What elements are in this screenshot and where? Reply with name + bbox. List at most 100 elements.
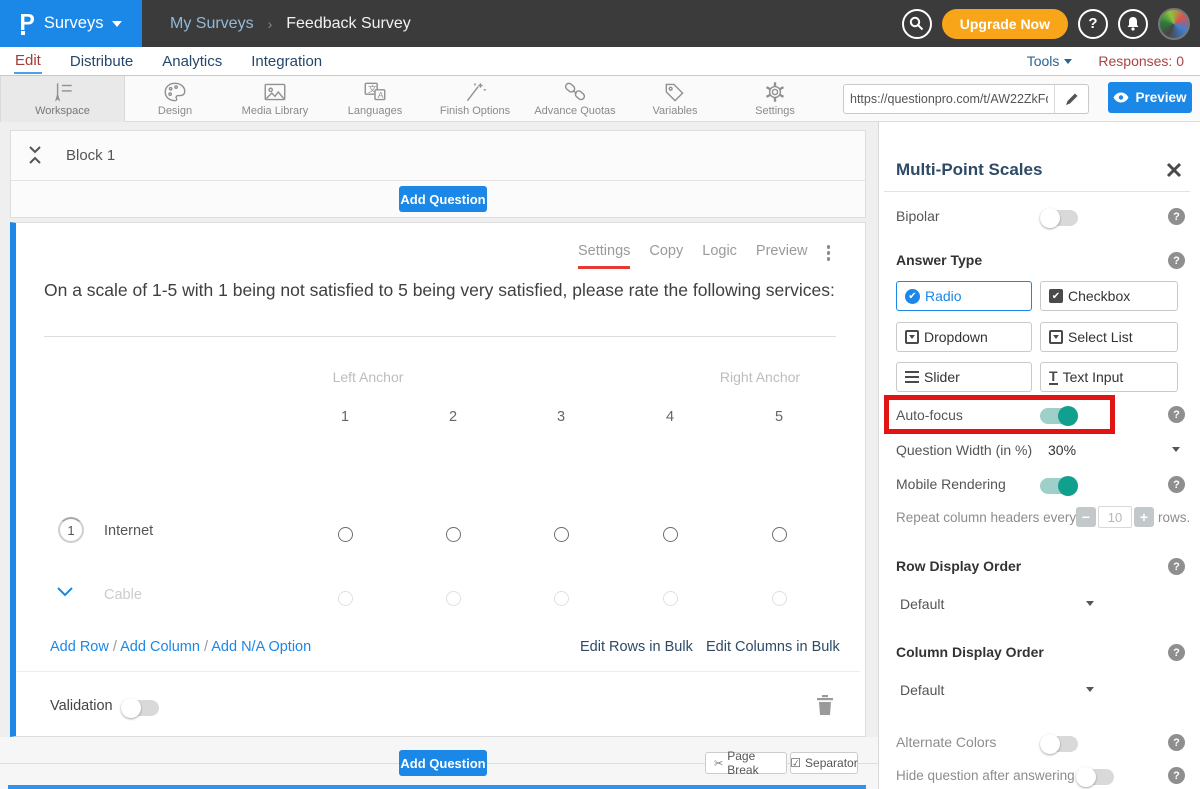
radio-cell[interactable] [554, 591, 569, 606]
block-title[interactable]: Block 1 [66, 147, 115, 164]
user-avatar[interactable] [1158, 8, 1190, 40]
notifications-button[interactable] [1118, 9, 1148, 39]
slider-icon [905, 371, 919, 384]
column-header[interactable]: 5 [742, 409, 816, 425]
answer-type-radio[interactable]: ✔ Radio [896, 281, 1032, 311]
search-icon [909, 16, 924, 31]
preview-button[interactable]: Preview [1108, 82, 1192, 113]
toolbar-design[interactable]: Design [125, 76, 225, 122]
question-width-label: Question Width (in %) [896, 442, 1032, 458]
repeat-count-input[interactable] [1098, 506, 1132, 528]
radio-cell[interactable] [772, 527, 787, 542]
surveys-menu[interactable]: P Surveys [0, 0, 142, 47]
tab-analytics[interactable]: Analytics [161, 50, 223, 73]
right-anchor-placeholder[interactable]: Right Anchor [700, 369, 820, 385]
hide-question-toggle[interactable] [1076, 769, 1114, 785]
radio-cell[interactable] [446, 591, 461, 606]
tab-edit[interactable]: Edit [14, 49, 42, 74]
row-expand-chevron-icon[interactable] [56, 586, 74, 597]
column-display-order-help-icon[interactable]: ? [1168, 644, 1185, 661]
question-more-menu[interactable] [827, 245, 831, 267]
question-tab-logic[interactable]: Logic [702, 243, 737, 269]
breadcrumb-my-surveys[interactable]: My Surveys [170, 15, 254, 33]
add-question-button-bottom[interactable]: Add Question [399, 750, 487, 776]
mobile-rendering-help-icon[interactable]: ? [1168, 476, 1185, 493]
row-label-internet[interactable]: Internet [104, 523, 153, 539]
upgrade-now-button[interactable]: Upgrade Now [942, 9, 1068, 39]
edit-rows-bulk-link[interactable]: Edit Rows in Bulk [580, 639, 693, 655]
left-anchor-placeholder[interactable]: Left Anchor [308, 369, 428, 385]
edit-columns-bulk-link[interactable]: Edit Columns in Bulk [706, 639, 840, 655]
radio-cell[interactable] [663, 527, 678, 542]
answer-type-select-list[interactable]: Select List [1040, 322, 1178, 352]
radio-cell[interactable] [772, 591, 787, 606]
question-width-caret-icon[interactable] [1172, 447, 1180, 452]
bipolar-help-icon[interactable]: ? [1168, 208, 1185, 225]
add-na-option-link[interactable]: Add N/A Option [211, 639, 311, 655]
radio-cell[interactable] [663, 591, 678, 606]
panel-title: Multi-Point Scales [896, 160, 1042, 180]
alternate-colors-toggle[interactable] [1040, 736, 1078, 752]
link-separator: / [113, 639, 117, 655]
bipolar-toggle[interactable] [1040, 210, 1078, 226]
autofocus-help-icon[interactable]: ? [1168, 406, 1185, 423]
divider [10, 180, 866, 181]
tools-dropdown[interactable]: Tools [1027, 53, 1073, 69]
toolbar-languages[interactable]: 文A Languages [325, 76, 425, 122]
row-display-order-help-icon[interactable]: ? [1168, 558, 1185, 575]
radio-cell[interactable] [554, 527, 569, 542]
answer-type-help-icon[interactable]: ? [1168, 252, 1185, 269]
survey-url-input[interactable] [844, 92, 1054, 106]
validation-toggle[interactable] [121, 700, 159, 716]
toolbar-finish-options[interactable]: Finish Options [425, 76, 525, 122]
radio-cell[interactable] [338, 591, 353, 606]
row-label-cable[interactable]: Cable [104, 587, 142, 603]
tab-distribute[interactable]: Distribute [69, 50, 134, 73]
question-text[interactable]: On a scale of 1-5 with 1 being not satis… [44, 277, 836, 303]
column-header[interactable]: 4 [633, 409, 707, 425]
question-width-value[interactable]: 30% [1048, 442, 1076, 458]
column-display-order-select[interactable]: Default [900, 682, 944, 698]
toolbar-media-library[interactable]: Media Library [225, 76, 325, 122]
column-header[interactable]: 1 [308, 409, 382, 425]
radio-cell[interactable] [446, 527, 461, 542]
row-display-order-select[interactable]: Default [900, 596, 944, 612]
add-row-link[interactable]: Add Row [50, 639, 109, 655]
row-display-caret-icon[interactable] [1086, 601, 1094, 606]
column-header[interactable]: 2 [416, 409, 490, 425]
tab-integration[interactable]: Integration [250, 50, 323, 73]
add-question-button-top[interactable]: Add Question [399, 186, 487, 212]
answer-type-text-input[interactable]: T Text Input [1040, 362, 1178, 392]
toolbar-design-label: Design [158, 105, 192, 117]
toolbar-variables[interactable]: Variables [625, 76, 725, 122]
search-button[interactable] [902, 9, 932, 39]
alternate-colors-help-icon[interactable]: ? [1168, 734, 1185, 751]
question-tab-settings[interactable]: Settings [578, 243, 630, 269]
separator-button[interactable]: ☑ Separator [790, 752, 858, 774]
add-column-link[interactable]: Add Column [120, 639, 200, 655]
question-tab-copy[interactable]: Copy [649, 243, 683, 269]
help-icon: ? [1088, 15, 1097, 32]
toolbar-advance-quotas[interactable]: Advance Quotas [525, 76, 625, 122]
delete-question-icon[interactable] [816, 694, 834, 716]
toolbar-workspace[interactable]: Workspace [0, 76, 125, 122]
collapse-block-icon[interactable] [28, 146, 42, 164]
radio-cell[interactable] [338, 527, 353, 542]
repeat-increment-button[interactable]: + [1134, 507, 1154, 527]
column-header[interactable]: 3 [524, 409, 598, 425]
answer-type-dropdown[interactable]: Dropdown [896, 322, 1032, 352]
page-break-button[interactable]: ✂ Page Break [705, 752, 787, 774]
answer-type-slider[interactable]: Slider [896, 362, 1032, 392]
answer-type-checkbox[interactable]: ✔ Checkbox [1040, 281, 1178, 311]
question-tab-preview[interactable]: Preview [756, 243, 808, 269]
mobile-rendering-toggle[interactable] [1040, 478, 1078, 494]
hide-question-help-icon[interactable]: ? [1168, 767, 1185, 784]
edit-url-button[interactable] [1054, 85, 1088, 113]
autofocus-toggle[interactable] [1040, 408, 1078, 424]
close-panel-icon[interactable] [1166, 162, 1182, 178]
repeat-decrement-button[interactable]: − [1076, 507, 1096, 527]
pencil-icon [1065, 92, 1079, 106]
toolbar-settings[interactable]: Settings [725, 76, 825, 122]
help-button[interactable]: ? [1078, 9, 1108, 39]
column-display-caret-icon[interactable] [1086, 687, 1094, 692]
